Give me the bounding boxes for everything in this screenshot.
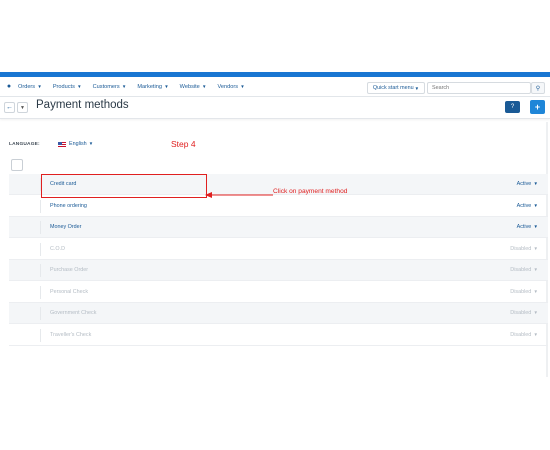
payment-method-name-link[interactable]: Personal Check <box>50 289 88 295</box>
callout-annotation: Click on payment method <box>273 188 348 195</box>
nav-customers-label: Customers <box>92 83 120 90</box>
nav-vendors-label: Vendors <box>217 83 239 90</box>
back-arrow-icon[interactable]: ← <box>4 102 15 113</box>
status-dropdown[interactable]: Disabled ▼ <box>510 310 538 316</box>
chevron-down-icon: ▼ <box>75 83 82 89</box>
chevron-down-icon: ▼ <box>200 83 207 89</box>
step-annotation: Step 4 <box>171 139 196 149</box>
nav-orders-label: Orders <box>18 83 36 90</box>
nav-products-label: Products <box>52 83 75 90</box>
status-label: Active <box>516 202 532 209</box>
status-dropdown[interactable]: Active ▼ <box>517 203 538 209</box>
status-label: Active <box>516 224 532 230</box>
payment-method-row[interactable]: C.O.D Disabled ▼ <box>9 239 548 260</box>
payment-method-row[interactable]: Personal Check Disabled ▼ <box>9 282 548 303</box>
payment-method-name-link[interactable]: C.O.D <box>50 246 65 252</box>
payment-method-row[interactable]: Money Order Active ▼ <box>9 217 548 238</box>
chevron-down-icon: ▼ <box>532 181 538 186</box>
status-label: Disabled <box>510 267 532 273</box>
chevron-down-icon: ▼ <box>239 83 245 89</box>
quick-start-menu-label: Quick start menu <box>372 85 414 91</box>
chevron-down-icon: ▼ <box>532 224 538 229</box>
chevron-down-icon: ▼ <box>120 83 127 89</box>
chevron-down-icon: ▼ <box>532 288 538 294</box>
row-divider <box>40 221 41 234</box>
nav-vendors[interactable]: Vendors ▼ <box>218 84 245 90</box>
quick-start-menu-button[interactable]: Quick start menu ▼ <box>367 82 425 94</box>
nav-website[interactable]: Website ▼ <box>180 84 207 90</box>
payment-method-row[interactable]: Phone ordering Active ▼ <box>9 196 548 217</box>
payment-method-row[interactable]: Purchase Order Disabled ▼ <box>9 260 548 281</box>
callout-arrow-head <box>205 192 212 198</box>
chevron-down-icon: ▼ <box>532 331 538 337</box>
search-input[interactable] <box>427 82 531 94</box>
payment-method-name-link[interactable]: Purchase Order <box>50 267 88 273</box>
row-divider <box>40 285 41 299</box>
chevron-down-icon: ▼ <box>88 141 94 146</box>
status-dropdown[interactable]: Active ▼ <box>517 224 538 230</box>
status-label: Active <box>516 181 532 187</box>
search-icon[interactable]: ⚲ <box>531 82 545 94</box>
select-all-checkbox[interactable] <box>11 159 23 171</box>
chevron-down-icon: ▼ <box>532 245 538 251</box>
callout-arrow <box>205 192 273 198</box>
payment-method-row[interactable]: Government Check Disabled ▼ <box>9 303 548 324</box>
nav-marketing-label: Marketing <box>137 83 162 90</box>
nav-website-label: Website <box>179 83 200 90</box>
chevron-down-icon: ▼ <box>532 267 538 272</box>
payment-method-name-link[interactable]: Money Order <box>50 224 81 230</box>
help-button[interactable]: ? <box>505 101 520 113</box>
nav-customers[interactable]: Customers ▼ <box>93 84 127 90</box>
history-dropdown-icon[interactable]: ▼ <box>17 102 28 113</box>
status-dropdown[interactable]: Active ▼ <box>517 181 538 187</box>
status-label: Disabled <box>510 310 532 316</box>
status-label: Disabled <box>510 245 532 252</box>
add-payment-method-button[interactable]: + <box>530 100 545 114</box>
home-icon[interactable]: ● <box>0 83 18 90</box>
chevron-down-icon: ▼ <box>162 83 169 89</box>
chevron-down-icon: ▼ <box>532 310 538 315</box>
nav-products[interactable]: Products ▼ <box>53 84 82 90</box>
chevron-down-icon: ▼ <box>414 85 420 91</box>
status-dropdown[interactable]: Disabled ▼ <box>510 246 538 252</box>
highlight-annotation-box <box>41 174 207 198</box>
language-label: LANGUAGE: <box>9 142 40 147</box>
nav-orders[interactable]: Orders ▼ <box>18 84 42 90</box>
status-label: Disabled <box>510 288 532 295</box>
payment-method-row[interactable]: Traveller's Check Disabled ▼ <box>9 325 548 346</box>
payment-method-name-link[interactable]: Phone ordering <box>50 203 87 209</box>
page-title: Payment methods <box>36 99 129 111</box>
payment-method-name-link[interactable]: Government Check <box>50 310 96 316</box>
page: ● Orders ▼ Products ▼ Customers ▼ Market… <box>0 0 550 450</box>
payment-method-name-link[interactable]: Traveller's Check <box>50 332 91 338</box>
status-dropdown[interactable]: Disabled ▼ <box>510 267 538 273</box>
us-flag-icon <box>58 142 66 147</box>
row-divider <box>40 242 41 256</box>
chevron-down-icon: ▼ <box>36 83 42 89</box>
row-divider <box>40 307 41 320</box>
language-select[interactable]: English ▼ <box>69 141 93 147</box>
row-divider <box>40 199 41 213</box>
chevron-down-icon: ▼ <box>532 202 538 208</box>
status-label: Disabled <box>510 331 532 338</box>
nav-marketing[interactable]: Marketing ▼ <box>137 84 168 90</box>
row-divider <box>40 328 41 342</box>
status-dropdown[interactable]: Disabled ▼ <box>510 332 538 338</box>
row-divider <box>40 264 41 277</box>
status-dropdown[interactable]: Disabled ▼ <box>510 289 538 295</box>
language-selected: English <box>69 141 87 147</box>
